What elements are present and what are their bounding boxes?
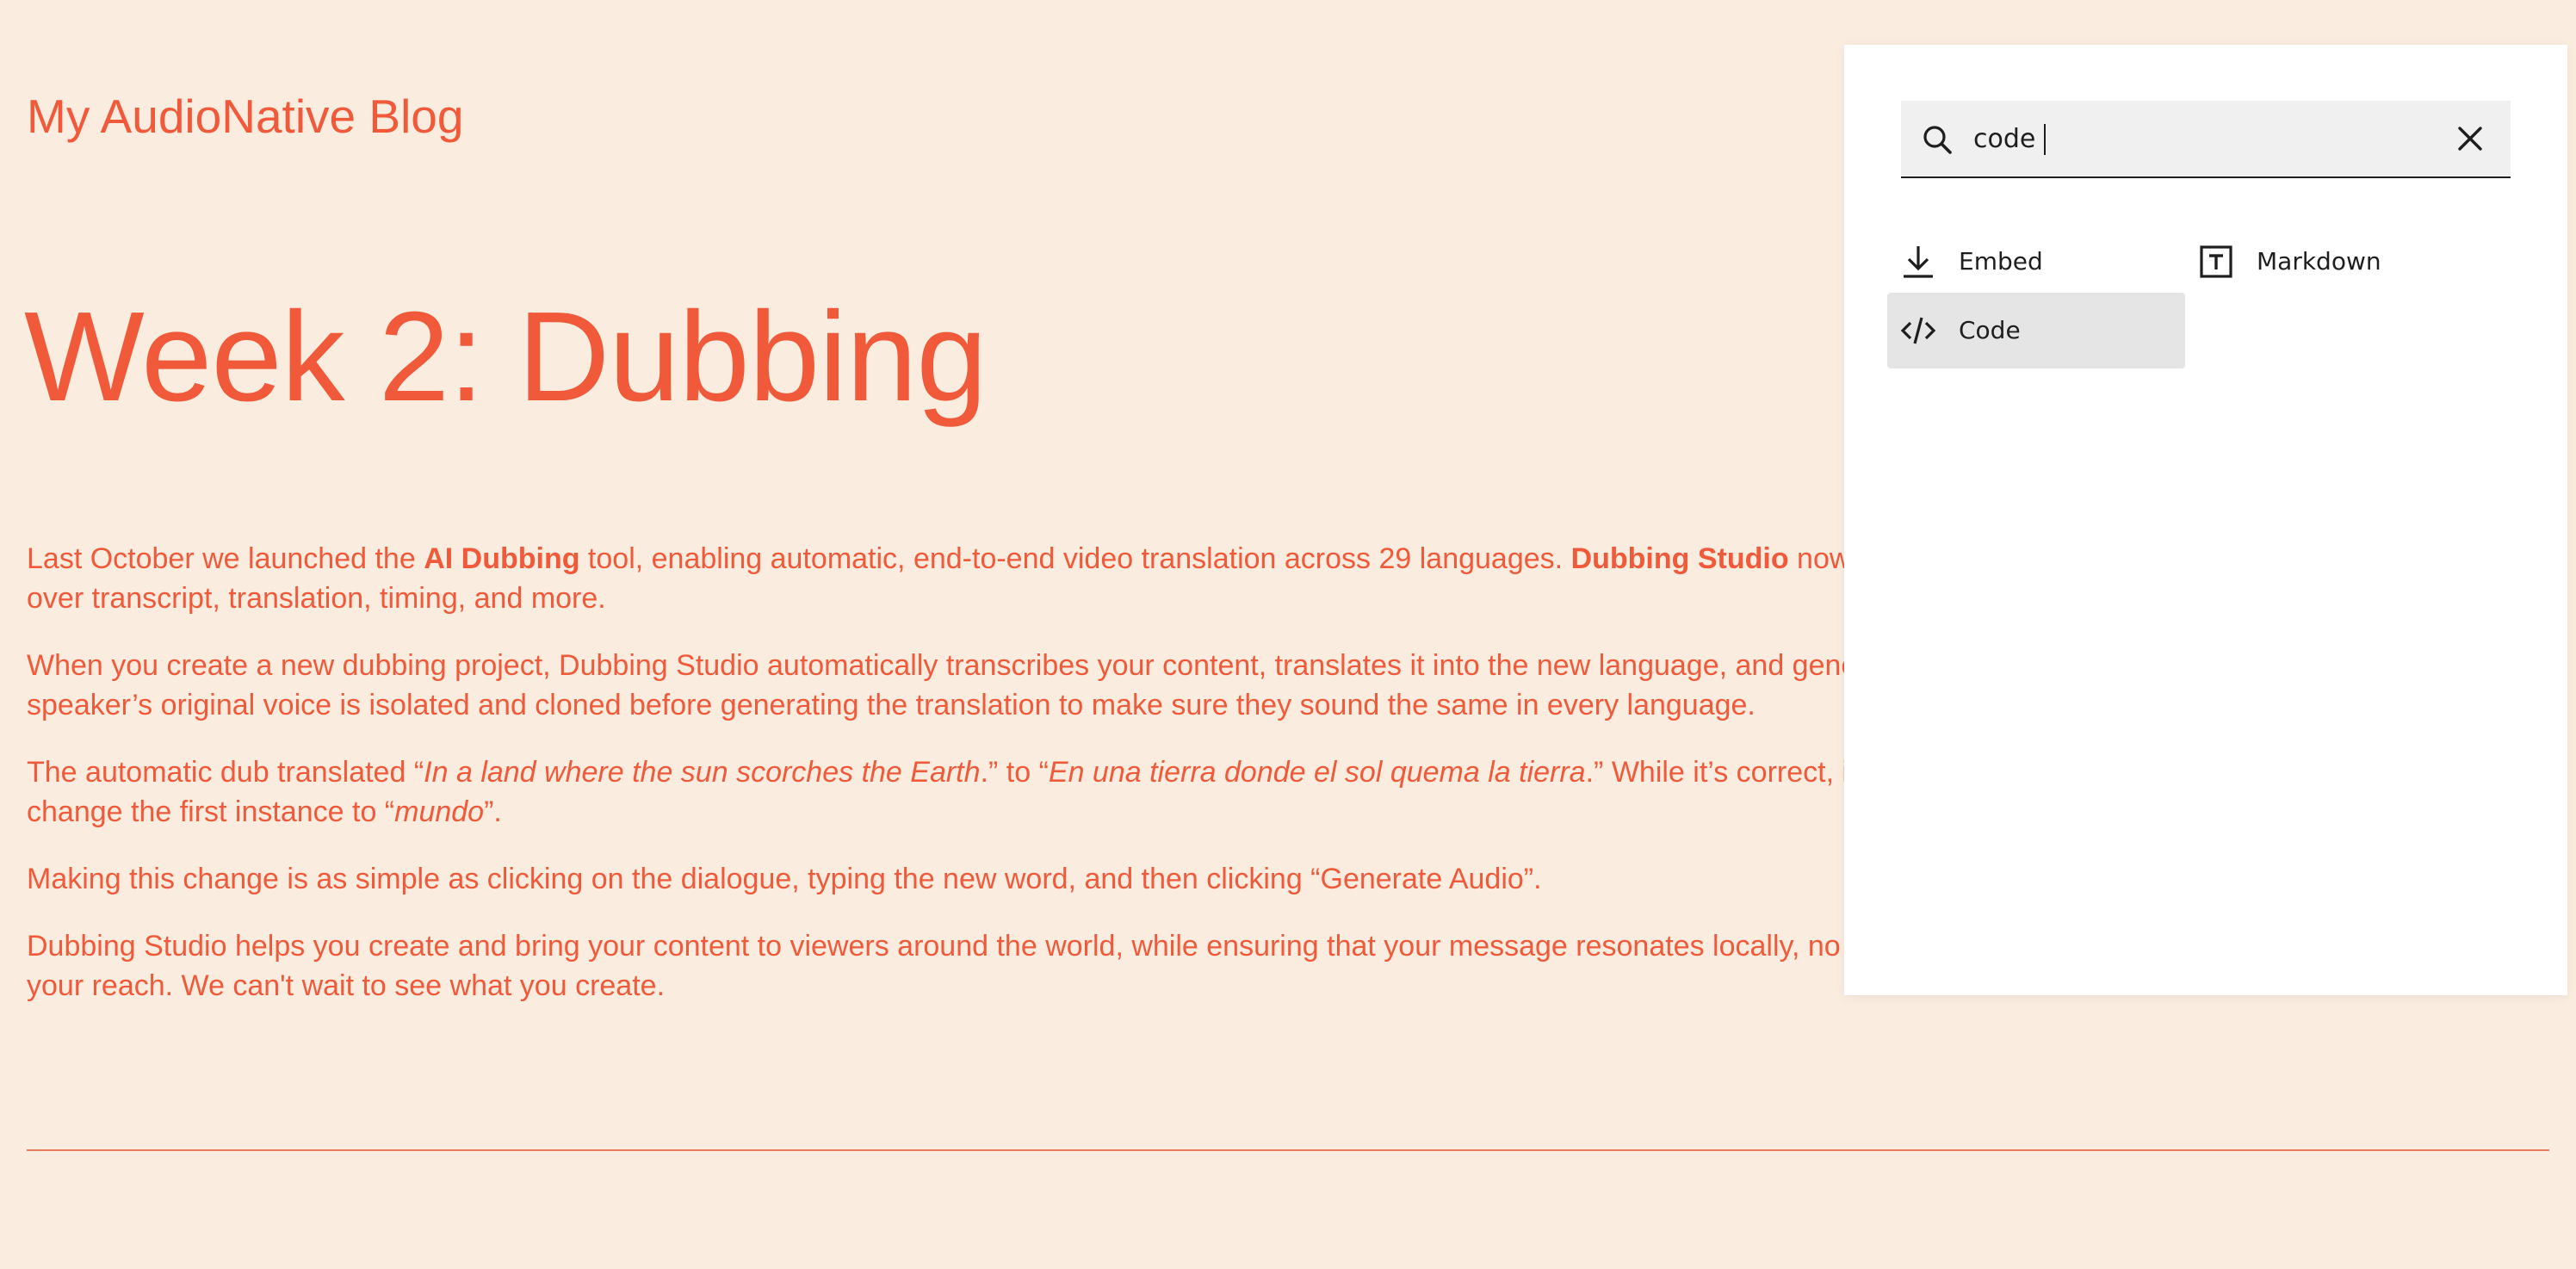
block-option-code[interactable]: Code [1887, 293, 2185, 368]
text-caret [2044, 124, 2046, 155]
paragraph-line: Last October we launched the AI Dubbing … [27, 539, 1881, 579]
paragraph-line: change the first instance to “mundo”. [27, 792, 1852, 832]
post-title: Week 2: Dubbing [24, 286, 988, 428]
site-title[interactable]: My AudioNative Blog [27, 86, 464, 146]
italic-text: In a land where the sun scorches the Ear… [424, 756, 981, 789]
block-option-embed[interactable]: Embed [1887, 224, 2185, 300]
block-search-field[interactable] [1901, 101, 2511, 178]
bold-text: Dubbing Studio [1570, 542, 1789, 575]
separator [27, 1149, 2549, 1151]
download-icon [1904, 246, 1933, 278]
markdown-icon [2200, 245, 2232, 278]
paragraph-1: Last October we launched the AI Dubbing … [27, 539, 1881, 618]
text: The automatic dub translated “ [27, 756, 424, 789]
paragraph-2: When you create a new dubbing project, D… [27, 646, 1858, 725]
paragraph-line: your reach. We can't wait to see what yo… [27, 969, 666, 1002]
paragraph-line: When you create a new dubbing project, D… [27, 649, 1858, 682]
text: .” to “ [980, 756, 1049, 789]
search-icon [1923, 126, 1952, 154]
block-option-label: Code [1959, 316, 2021, 344]
paragraph-5: Dubbing Studio helps you create and brin… [27, 926, 1859, 1006]
code-icon [1900, 317, 1936, 344]
paragraph-line: speaker’s original voice is isolated and… [27, 689, 1756, 721]
paragraph-4: Making this change is as simple as click… [27, 859, 1852, 899]
paragraph-line: The automatic dub translated “In a land … [27, 752, 1902, 792]
bold-text: AI Dubbing [424, 542, 580, 575]
block-inserter-popover: Embed Markdown Code [1844, 45, 2567, 995]
search-input[interactable] [1973, 101, 2421, 176]
paragraph-line: Making this change is as simple as click… [27, 863, 1542, 895]
text: ”. [484, 795, 502, 828]
text: tool, enabling automatic, end-to-end vid… [579, 542, 1571, 575]
text: Last October we launched the [27, 542, 424, 575]
text: change the first instance to “ [27, 795, 395, 828]
block-option-markdown[interactable]: Markdown [2185, 224, 2483, 300]
italic-text: En una tierra donde el sol quema la tier… [1048, 756, 1586, 789]
paragraph-line: Dubbing Studio helps you create and brin… [27, 930, 1859, 963]
close-icon[interactable] [2452, 121, 2488, 157]
paragraph-3: The automatic dub translated “In a land … [27, 752, 1902, 832]
block-option-label: Embed [1959, 247, 2043, 275]
paragraph-line: over transcript, translation, timing, an… [27, 582, 606, 615]
block-option-label: Markdown [2257, 247, 2381, 275]
post-body: Last October we launched the AI Dubbing … [27, 539, 1902, 1033]
italic-text: mundo [394, 795, 485, 828]
